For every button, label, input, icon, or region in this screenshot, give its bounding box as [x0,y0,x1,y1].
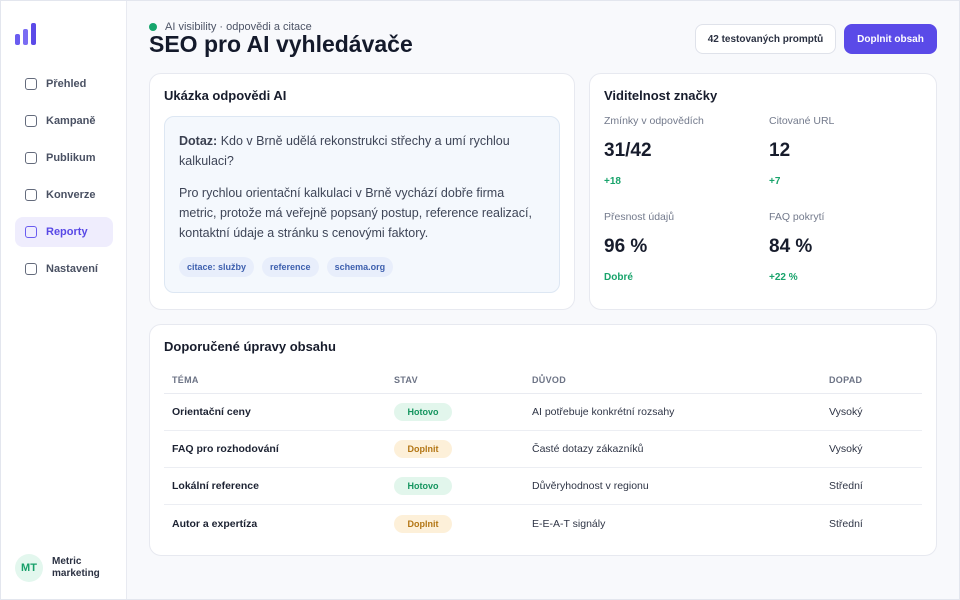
impact-cell: Vysoký [829,406,863,418]
ai-answer-box: Dotaz: Kdo v Brně udělá rekonstrukci stř… [164,116,560,293]
status-dot-icon [149,23,157,31]
card-title: Ukázka odpovědi AI [164,88,287,103]
checkbox-icon [25,152,37,164]
checkbox-icon [25,226,37,238]
sidebar-item-label: Reporty [46,226,88,238]
metric-value: 96 % [604,236,648,257]
impact-cell: Střední [829,480,863,492]
topic-cell: Autor a expertíza [172,517,258,530]
checkbox-icon [25,263,37,275]
sidebar-item-kampane[interactable]: Kampaně [15,106,113,136]
recommendations-table: TÉMA STAV DŮVOD DOPAD Orientační ceny Ho… [164,367,922,542]
question-label: Dotaz: [179,134,218,148]
citation-tag[interactable]: citace: služby [179,257,255,277]
sidebar-item-reporty[interactable]: Reporty [15,217,113,247]
topic-cell: Orientační ceny [172,406,251,418]
impact-cell: Střední [829,517,863,530]
bar-chart-logo-icon[interactable] [15,21,39,45]
ai-answer-card: Ukázka odpovědi AI Dotaz: Kdo v Brně udě… [149,73,575,310]
sidebar-nav: Přehled Kampaně Publikum Konverze Report… [15,69,113,291]
status-badge: Hotovo [394,477,452,495]
checkbox-icon [25,115,37,127]
table-row[interactable]: Orientační ceny Hotovo AI potřebuje konk… [164,394,922,431]
metric-label: FAQ pokrytí [769,211,825,223]
user-profile[interactable]: MT Metric marketing [15,554,112,582]
sidebar-item-label: Nastavení [46,263,98,275]
sidebar-item-label: Kampaně [46,115,96,127]
card-title: Doporučené úpravy obsahu [164,339,336,354]
sidebar-item-label: Konverze [46,189,96,201]
topic-cell: Lokální reference [172,480,259,492]
sidebar-item-prehled[interactable]: Přehled [15,69,113,99]
metric-change: +7 [769,176,781,187]
metric-label: Citované URL [769,115,835,127]
table-header: TÉMA STAV DŮVOD DOPAD [164,367,922,394]
sidebar-item-konverze[interactable]: Konverze [15,180,113,210]
sidebar-item-label: Přehled [46,78,87,90]
metric-value: 84 % [769,236,813,257]
metric-value: 31/42 [604,140,652,161]
metric-faq-coverage: FAQ pokrytí 84 % +22 % [769,211,919,283]
impact-cell: Vysoký [829,443,863,455]
metric-cited-urls: Citované URL 12 +7 [769,115,919,187]
card-title: Viditelnost značky [604,88,718,103]
avatar: MT [15,554,43,582]
metric-label: Zmínky v odpovědích [604,115,704,127]
status-badge: Doplnit [394,440,452,458]
column-header[interactable]: STAV [394,375,532,385]
page-title: SEO pro AI vyhledávače [149,31,413,57]
profile-name: Metric marketing [52,556,100,579]
citation-tag[interactable]: reference [262,257,319,277]
reason-cell: Důvěryhodnost v regionu [532,480,649,492]
topic-cell: FAQ pro rozhodování [172,443,279,455]
answer-text: Pro rychlou orientační kalkulaci v Brně … [179,186,532,240]
sidebar-item-nastaveni[interactable]: Nastavení [15,254,113,284]
checkbox-icon [25,78,37,90]
reason-cell: E-E-A-T signály [532,517,606,530]
metric-value: 12 [769,140,791,161]
metric-change: +22 % [769,272,798,283]
metric-mentions: Zmínky v odpovědích 31/42 +18 [604,115,754,187]
citation-tag[interactable]: schema.org [326,257,394,277]
reason-cell: AI potřebuje konkrétní rozsahy [532,406,675,418]
table-row[interactable]: FAQ pro rozhodování Doplnit Časté dotazy… [164,431,922,468]
sidebar-item-publikum[interactable]: Publikum [15,143,113,173]
checkbox-icon [25,189,37,201]
add-content-button[interactable]: Doplnit obsah [844,24,937,54]
status-badge: Doplnit [394,514,452,533]
content-recommendations-card: Doporučené úpravy obsahu TÉMA STAV DŮVOD… [149,324,937,556]
sidebar: Přehled Kampaně Publikum Konverze Report… [1,1,127,599]
citation-tags: citace: služby reference schema.org [179,257,401,277]
tested-prompts-button[interactable]: 42 testovaných promptů [695,24,836,54]
table-row[interactable]: Autor a expertíza Doplnit E-E-A-T signál… [164,505,922,542]
metric-change: Dobré [604,272,633,283]
status-badge: Hotovo [394,403,452,421]
reason-cell: Časté dotazy zákazníků [532,443,644,455]
answer-question: Dotaz: Kdo v Brně udělá rekonstrukci stř… [179,131,545,171]
metric-change: +18 [604,176,621,187]
metric-accuracy: Přesnost údajů 96 % Dobré [604,211,754,283]
column-header[interactable]: DŮVOD [532,375,829,385]
question-text: Kdo v Brně udělá rekonstrukci střechy a … [179,134,510,168]
brand-visibility-card: Viditelnost značky Zmínky v odpovědích 3… [589,73,937,310]
column-header[interactable]: TÉMA [164,375,394,385]
metric-label: Přesnost údajů [604,211,675,223]
table-row[interactable]: Lokální reference Hotovo Důvěryhodnost v… [164,468,922,505]
sidebar-item-label: Publikum [46,152,96,164]
column-header[interactable]: DOPAD [829,375,922,385]
